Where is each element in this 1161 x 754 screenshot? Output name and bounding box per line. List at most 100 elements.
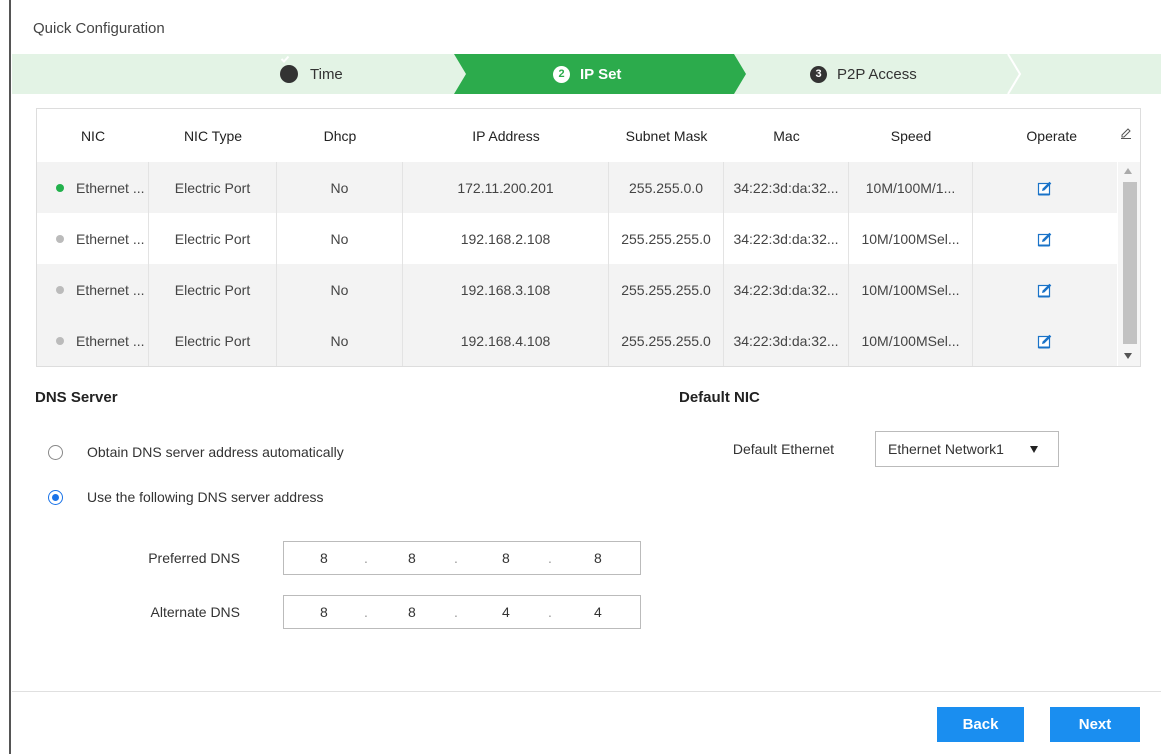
cell-operate [973, 162, 1117, 213]
cell-nic-type: Electric Port [149, 264, 277, 315]
dns-manual-label: Use the following DNS server address [87, 489, 324, 505]
alternate-dns-label: Alternate DNS [150, 604, 240, 620]
cell-ip: 192.168.4.108 [403, 315, 609, 366]
nic-name: Ethernet ... [76, 332, 145, 349]
octet-separator: . [454, 604, 458, 620]
col-dhcp: Dhcp [323, 127, 357, 144]
dropdown-arrow-icon [1030, 446, 1038, 453]
step-ip-set[interactable]: 2 IP Set [553, 54, 621, 94]
table-row[interactable]: Ethernet ... Electric Port No 192.168.2.… [37, 213, 1117, 264]
step-number-2: 2 [553, 65, 570, 83]
default-ethernet-value: Ethernet Network1 [888, 441, 1004, 457]
ip-octet[interactable]: 8 [408, 604, 416, 620]
table-row[interactable]: Ethernet ... Electric Port No 172.11.200… [37, 162, 1117, 213]
cell-speed: 10M/100MSel... [849, 315, 973, 366]
cell-mac: 34:22:3d:da:32... [724, 264, 849, 315]
octet-separator: . [454, 550, 458, 566]
table-header: NIC NIC Type Dhcp IP Address Subnet Mask… [37, 109, 1140, 162]
left-border [9, 0, 11, 754]
default-ethernet-select[interactable]: Ethernet Network1 [875, 431, 1059, 467]
octet-separator: . [364, 550, 368, 566]
cell-operate [973, 264, 1117, 315]
step-p2p-access[interactable]: 3 P2P Access [810, 54, 917, 94]
cell-speed: 10M/100MSel... [849, 264, 973, 315]
cell-dhcp: No [277, 213, 403, 264]
ip-octet[interactable]: 8 [502, 550, 510, 566]
default-ethernet-label: Default Ethernet [732, 441, 834, 457]
step-time[interactable]: Time [280, 54, 343, 94]
cell-mac: 34:22:3d:da:32... [724, 213, 849, 264]
step-ip-set-label: IP Set [580, 65, 622, 83]
status-dot-inactive [56, 285, 64, 294]
preferred-dns-input[interactable]: 8 . 8 . 8 . 8 [283, 541, 641, 575]
cell-nic: Ethernet ... [37, 213, 149, 264]
step-divider [1007, 54, 1022, 94]
octet-separator: . [548, 550, 552, 566]
cell-nic: Ethernet ... [37, 315, 149, 366]
dns-auto-radio[interactable] [48, 444, 63, 460]
scroll-thumb[interactable] [1123, 182, 1137, 344]
step-time-label: Time [310, 65, 343, 83]
cell-dhcp: No [277, 162, 403, 213]
col-ip-address: IP Address [472, 127, 540, 144]
cell-speed: 10M/100M/1... [849, 162, 973, 213]
cell-mask: 255.255.255.0 [609, 213, 724, 264]
cell-mac: 34:22:3d:da:32... [724, 162, 849, 213]
cell-mac: 34:22:3d:da:32... [724, 315, 849, 366]
pencil-icon[interactable] [1120, 127, 1132, 139]
ip-octet[interactable]: 8 [320, 604, 328, 620]
cell-nic: Ethernet ... [37, 264, 149, 315]
ip-octet[interactable]: 8 [408, 550, 416, 566]
cell-nic: Ethernet ... [37, 162, 149, 213]
cell-ip: 172.11.200.201 [403, 162, 609, 213]
table-scrollbar[interactable] [1118, 162, 1140, 366]
octet-separator: . [364, 604, 368, 620]
ip-octet[interactable]: 8 [594, 550, 602, 566]
table-body: Ethernet ... Electric Port No 172.11.200… [37, 162, 1117, 366]
cell-dhcp: No [277, 315, 403, 366]
nic-name: Ethernet ... [76, 281, 145, 298]
back-button[interactable]: Back [937, 707, 1024, 742]
ip-octet[interactable]: 4 [502, 604, 510, 620]
ip-octet[interactable]: 4 [594, 604, 602, 620]
edit-icon[interactable] [1037, 333, 1053, 349]
cell-nic-type: Electric Port [149, 315, 277, 366]
default-nic-title: Default NIC [679, 389, 760, 406]
cell-ip: 192.168.3.108 [403, 264, 609, 315]
next-button[interactable]: Next [1050, 707, 1140, 742]
cell-operate [973, 315, 1117, 366]
col-operate: Operate [1026, 127, 1077, 144]
ip-octet[interactable]: 8 [320, 550, 328, 566]
cell-dhcp: No [277, 264, 403, 315]
dns-auto-option[interactable]: Obtain DNS server address automatically [48, 444, 344, 460]
table-row[interactable]: Ethernet ... Electric Port No 192.168.3.… [37, 264, 1117, 315]
dns-auto-label: Obtain DNS server address automatically [87, 444, 344, 460]
col-subnet-mask: Subnet Mask [625, 127, 708, 144]
status-dot-inactive [56, 234, 64, 243]
page-title: Quick Configuration [33, 20, 165, 37]
step-number-3: 3 [810, 65, 827, 83]
dns-manual-radio[interactable] [48, 489, 63, 505]
col-mac: Mac [773, 127, 800, 144]
preferred-dns-label: Preferred DNS [148, 550, 240, 566]
octet-separator: . [548, 604, 552, 620]
edit-icon[interactable] [1037, 180, 1053, 196]
status-dot-active [56, 183, 64, 192]
scroll-up-arrow-icon[interactable] [1124, 168, 1132, 174]
cell-nic-type: Electric Port [149, 213, 277, 264]
alternate-dns-input[interactable]: 8 . 8 . 4 . 4 [283, 595, 641, 629]
edit-icon[interactable] [1037, 282, 1053, 298]
edit-icon[interactable] [1037, 231, 1053, 247]
status-dot-inactive [56, 336, 64, 345]
col-speed: Speed [890, 127, 932, 144]
cell-ip: 192.168.2.108 [403, 213, 609, 264]
col-nic-type: NIC Type [183, 127, 243, 144]
step-p2p-label: P2P Access [837, 65, 917, 83]
cell-nic-type: Electric Port [149, 162, 277, 213]
scroll-down-arrow-icon[interactable] [1124, 353, 1132, 359]
nic-name: Ethernet ... [76, 230, 145, 247]
dns-section-title: DNS Server [35, 389, 118, 406]
nic-table: NIC NIC Type Dhcp IP Address Subnet Mask… [36, 108, 1141, 367]
dns-manual-option[interactable]: Use the following DNS server address [48, 489, 324, 505]
table-row[interactable]: Ethernet ... Electric Port No 192.168.4.… [37, 315, 1117, 366]
